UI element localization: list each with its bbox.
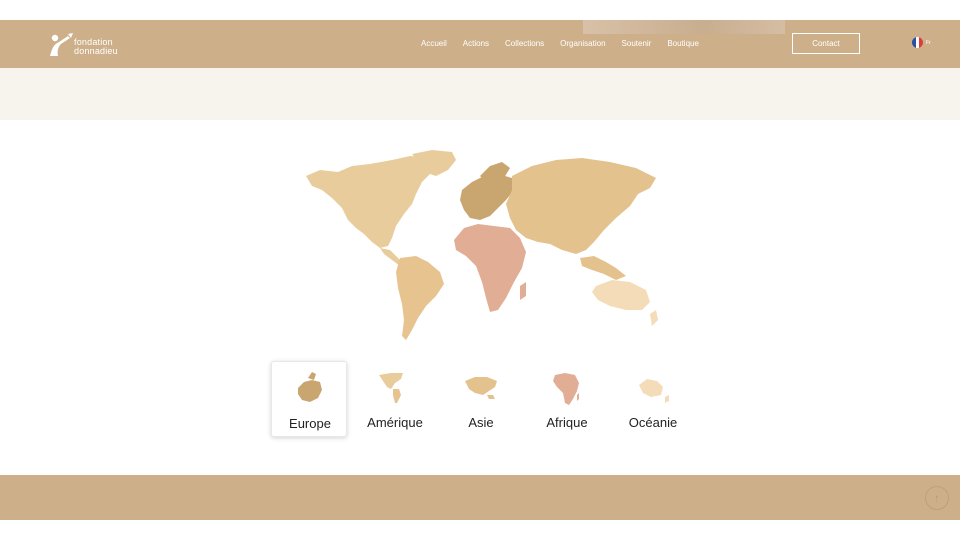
region-label-europe: Europe <box>289 416 331 431</box>
site-header: fondation donnadieu Accueil Actions Coll… <box>0 20 960 68</box>
map-africa[interactable] <box>454 224 526 312</box>
oceania-map-icon <box>639 379 669 403</box>
site-footer <box>0 475 960 520</box>
map-oceania[interactable] <box>592 280 650 310</box>
language-label: Fr <box>926 39 931 46</box>
map-madagascar[interactable] <box>520 282 526 300</box>
map-asia[interactable] <box>506 158 656 254</box>
europe-map-icon <box>298 372 322 402</box>
africa-map-icon <box>553 373 579 405</box>
logo-line-2: donnadieu <box>74 46 118 56</box>
logo-text: fondation donnadieu <box>74 38 118 56</box>
region-selector: Europe Amérique Asie Afrique Océanie <box>271 361 691 437</box>
map-new-zealand[interactable] <box>650 310 658 326</box>
main-nav: Accueil Actions Collections Organisation… <box>421 39 715 48</box>
region-card-amerique[interactable]: Amérique <box>357 361 433 437</box>
world-map <box>306 150 658 340</box>
nav-accueil[interactable]: Accueil <box>421 39 447 48</box>
region-label-asie: Asie <box>468 415 494 430</box>
france-flag-icon <box>912 37 923 48</box>
arrow-up-icon: ↑ <box>934 491 940 505</box>
nav-soutenir[interactable]: Soutenir <box>622 39 652 48</box>
region-card-afrique[interactable]: Afrique <box>529 361 605 437</box>
top-gap <box>0 0 960 20</box>
header-photo-strip <box>583 20 785 34</box>
nav-collections[interactable]: Collections <box>505 39 544 48</box>
map-south-america[interactable] <box>396 256 444 340</box>
map-se-asia[interactable] <box>580 256 626 280</box>
scroll-to-top-button[interactable]: ↑ <box>925 486 949 510</box>
america-map-icon <box>379 373 403 403</box>
region-label-oceanie: Océanie <box>628 415 678 430</box>
map-north-america[interactable] <box>306 156 440 248</box>
region-label-amerique: Amérique <box>367 415 423 430</box>
language-switcher[interactable]: Fr <box>912 37 931 48</box>
site-logo[interactable]: fondation donnadieu <box>46 32 136 58</box>
region-card-oceanie[interactable]: Océanie <box>615 361 691 437</box>
nav-organisation[interactable]: Organisation <box>560 39 605 48</box>
region-card-asie[interactable]: Asie <box>443 361 519 437</box>
donnadieu-logo-icon <box>50 33 73 56</box>
region-card-europe[interactable]: Europe <box>271 361 347 437</box>
region-label-afrique: Afrique <box>546 415 588 430</box>
contact-button[interactable]: Contact <box>792 33 860 54</box>
page: fondation donnadieu Accueil Actions Coll… <box>0 0 960 540</box>
nav-actions[interactable]: Actions <box>463 39 489 48</box>
bottom-gap <box>0 520 960 540</box>
hero-band <box>0 68 960 120</box>
nav-boutique[interactable]: Boutique <box>667 39 699 48</box>
asia-map-icon <box>465 377 497 399</box>
